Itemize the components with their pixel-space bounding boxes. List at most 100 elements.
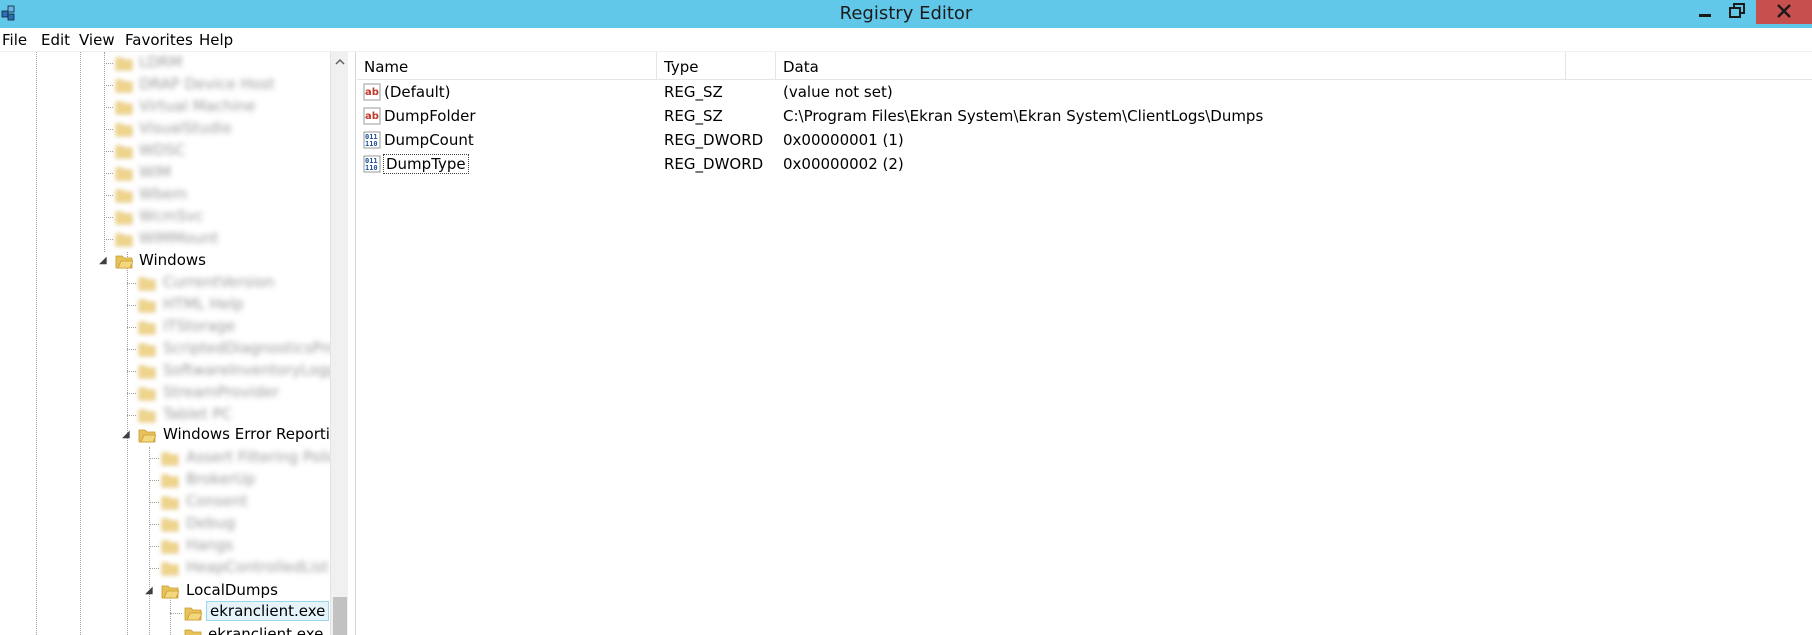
tree-node-windows[interactable]: ◢ Windows (0, 250, 330, 272)
binary-value-icon: 011110 (363, 155, 381, 173)
tree-branch-line (127, 283, 136, 284)
column-header-type[interactable]: Type (657, 52, 776, 80)
value-type: REG_DWORD (664, 155, 764, 173)
value-data: 0x00000001 (1) (783, 131, 904, 149)
window-title: Registry Editor (839, 3, 973, 24)
tree-node[interactable]: StreamProvider (0, 382, 330, 404)
pane-splitter[interactable] (348, 52, 356, 635)
registry-tree[interactable]: LDRM DRAP Device Host Virtual Machine Visua… (0, 52, 348, 635)
collapse-icon[interactable]: ◢ (122, 429, 130, 440)
tree-node[interactable]: LDRM (0, 52, 330, 74)
tree-node-localdumps[interactable]: ◢ LocalDumps (0, 580, 330, 602)
value-type: REG_SZ (664, 83, 723, 101)
tree-node[interactable]: Debug (0, 513, 330, 535)
tree-node[interactable]: Wbem (0, 184, 330, 206)
value-row[interactable]: ab (Default) REG_SZ (value not set) (357, 80, 1812, 104)
tree-node[interactable]: WDSC (0, 140, 330, 162)
value-row[interactable]: 011 110 DumpType REG_DWORD 0x00000002 (2) (357, 152, 1812, 176)
tree-node-label: WcmSvc (139, 207, 204, 225)
menu-help[interactable]: Help (199, 31, 233, 49)
close-button[interactable] (1756, 0, 1812, 24)
values-list[interactable]: Name Type Data ab (Default) REG_SZ (value n… (357, 52, 1812, 635)
tree-branch-line (127, 393, 136, 394)
tree-node[interactable]: BrokerUp (0, 469, 330, 491)
tree-node-ekranclient-selected[interactable]: ekranclient.exe (0, 601, 330, 624)
list-header: Name Type Data (357, 52, 1812, 80)
tree-branch-line (104, 85, 113, 86)
tree-node-label: Wbem (139, 185, 188, 203)
tree-branch-line (149, 546, 159, 547)
tree-node-label: WDSC (139, 141, 186, 159)
tree-node-partial[interactable]: ekranclient.exe (0, 624, 330, 635)
tree-node-label: Windows (139, 251, 206, 269)
string-value-icon: ab (363, 83, 381, 101)
tree-node[interactable]: WIMMount (0, 228, 330, 250)
tree-branch-line (104, 107, 113, 108)
folder-icon (161, 452, 179, 466)
tree-branch-line (127, 371, 136, 372)
value-type: REG_DWORD (664, 131, 764, 149)
folder-icon (115, 233, 133, 247)
folder-open-icon (161, 585, 179, 599)
menu-file[interactable]: File (2, 31, 27, 49)
svg-text:ab: ab (365, 111, 379, 122)
column-header-name[interactable]: Name (357, 52, 657, 80)
value-name: DumpType (383, 154, 469, 174)
tree-node-label: Consent (186, 492, 248, 510)
close-icon (1777, 4, 1791, 18)
tree-branch-line (104, 151, 113, 152)
folder-icon (115, 211, 133, 225)
tree-node[interactable]: Consent (0, 491, 330, 513)
tree-node[interactable]: Hangs (0, 535, 330, 557)
tree-node-label: Windows Error Reporting (163, 425, 348, 443)
restore-button[interactable] (1720, 0, 1754, 24)
folder-icon (138, 365, 156, 379)
tree-node-label: VisualStudio (139, 119, 232, 137)
collapse-icon[interactable]: ◢ (99, 255, 107, 266)
scroll-thumb[interactable] (333, 597, 347, 635)
title-bar: Registry Editor (0, 0, 1812, 28)
folder-icon (115, 79, 133, 93)
scroll-up-arrow-icon[interactable] (331, 54, 349, 70)
value-row[interactable]: 011 110 DumpCount REG_DWORD 0x00000001 (1) (357, 128, 1812, 152)
tree-branch-line (104, 173, 113, 174)
menu-view[interactable]: View (79, 31, 115, 49)
minimize-button[interactable] (1688, 0, 1722, 24)
folder-icon (161, 474, 179, 488)
tree-node-label: LDRM (139, 53, 183, 71)
tree-node[interactable]: ITStorage (0, 316, 330, 338)
tree-node-label: WIMMount (139, 229, 219, 247)
tree-node[interactable]: VisualStudio (0, 118, 330, 140)
tree-node[interactable]: Assert Filtering Policy (0, 447, 346, 469)
menu-favorites[interactable]: Favorites (125, 31, 193, 49)
tree-node-label: ekranclient.exe (206, 601, 330, 621)
tree-node[interactable]: DRAP Device Host (0, 74, 330, 96)
value-data: (value not set) (783, 83, 893, 101)
tree-node-label: WIM (139, 163, 172, 181)
tree-node[interactable]: ScriptedDiagnosticsProvider (0, 338, 347, 360)
tree-node[interactable]: HeapControlledList (0, 557, 330, 579)
folder-open-icon (184, 607, 202, 621)
tree-node-label: LocalDumps (186, 581, 278, 599)
tree-node[interactable]: CurrentVersion (0, 272, 330, 294)
value-row[interactable]: ab DumpFolder REG_SZ C:\Program Files\Ekran… (357, 104, 1812, 128)
tree-node[interactable]: HTML Help (0, 294, 330, 316)
column-header-data[interactable]: Data (776, 52, 1566, 80)
tree-branch-line (104, 129, 113, 130)
folder-icon (138, 409, 156, 423)
tree-branch-line (127, 305, 136, 306)
menu-edit[interactable]: Edit (41, 31, 70, 49)
tree-node[interactable]: Virtual Machine (0, 96, 330, 118)
folder-icon (115, 101, 133, 115)
tree-node-windows-error-reporting[interactable]: ◢ Windows Error Reporting (0, 424, 347, 446)
folder-icon (115, 57, 133, 71)
folder-open-icon (115, 255, 133, 269)
tree-node[interactable]: SoftwareInventoryLogging (0, 360, 347, 382)
collapse-icon[interactable]: ◢ (145, 585, 153, 596)
tree-scrollbar[interactable] (330, 52, 348, 635)
tree-node[interactable]: WcmSvc (0, 206, 330, 228)
tree-node[interactable]: Tablet PC (0, 404, 330, 426)
tree-node[interactable]: WIM (0, 162, 330, 184)
tree-branch-line (149, 524, 159, 525)
tree-node-label: BrokerUp (186, 470, 256, 488)
